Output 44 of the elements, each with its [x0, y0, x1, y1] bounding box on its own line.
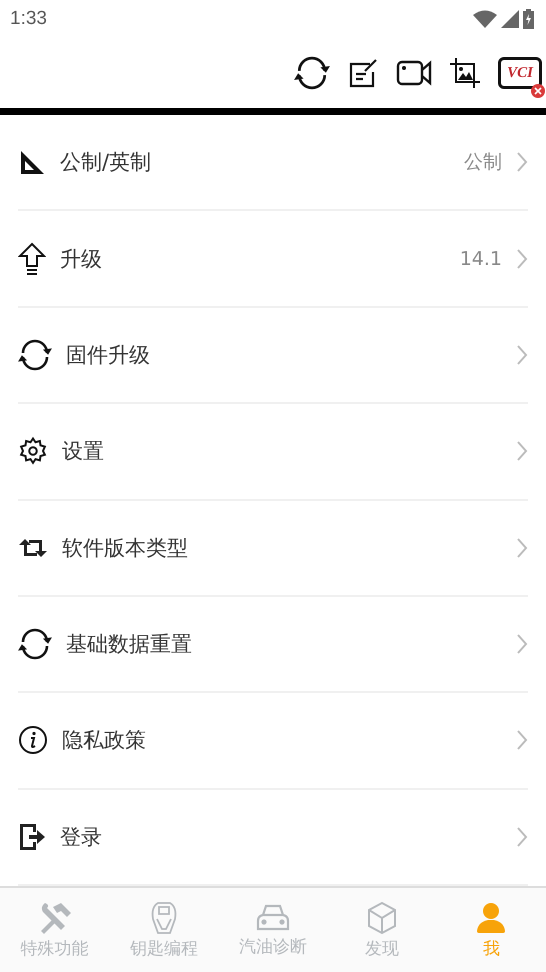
- sync-icon: [18, 338, 52, 372]
- settings-icon: [18, 436, 48, 466]
- menu-item[interactable]: 软件版本类型: [18, 500, 528, 597]
- cube-icon: [367, 900, 398, 934]
- chevron-right-icon: [516, 344, 528, 366]
- person-icon: [476, 900, 506, 934]
- menu-label: 基础数据重置: [66, 631, 193, 658]
- swap-arrows-icon: [18, 536, 48, 559]
- menu-label: 固件升级: [66, 342, 151, 369]
- menu-item[interactable]: 隐私政策: [18, 693, 528, 790]
- wifi-icon: [473, 10, 497, 28]
- chevron-right-icon: [516, 633, 528, 656]
- car-icon: [256, 902, 290, 932]
- upload-arrow-icon: [18, 242, 46, 276]
- chevron-right-icon: [516, 729, 528, 752]
- image-crop-icon[interactable]: [450, 58, 480, 88]
- logout-icon: [18, 822, 46, 852]
- menu-item[interactable]: 公制/英制 公制: [18, 115, 528, 212]
- video-camera-icon[interactable]: [396, 60, 432, 86]
- chevron-right-icon: [516, 536, 528, 559]
- chevron-right-icon: [516, 826, 528, 848]
- menu-label: 隐私政策: [62, 727, 147, 754]
- menu-item[interactable]: 设置: [18, 404, 528, 500]
- battery-icon: [523, 9, 534, 29]
- sync-icon: [18, 627, 52, 662]
- note-edit-icon[interactable]: [348, 58, 378, 88]
- chevron-right-icon: [516, 151, 528, 174]
- menu-value: 公制: [464, 150, 502, 176]
- menu-label: 登录: [60, 824, 103, 851]
- chevron-right-icon: [516, 248, 528, 270]
- car-key-icon: [150, 900, 178, 934]
- menu-value: 14.1: [460, 248, 502, 270]
- menu-item[interactable]: 基础数据重置: [18, 596, 528, 694]
- menu-label: 公制/英制: [60, 149, 152, 176]
- status-time: 1:33: [10, 8, 47, 30]
- menu-label: 设置: [62, 438, 105, 466]
- menu-label: 软件版本类型: [62, 534, 189, 562]
- menu-item[interactable]: 固件升级: [18, 308, 528, 404]
- menu-label: 升级: [60, 246, 103, 273]
- menu-item[interactable]: 升级 14.1: [18, 211, 528, 308]
- info-icon: [18, 725, 48, 756]
- sync-icon: [294, 55, 330, 91]
- signal-icon: [501, 10, 519, 28]
- chevron-right-icon: [516, 440, 528, 462]
